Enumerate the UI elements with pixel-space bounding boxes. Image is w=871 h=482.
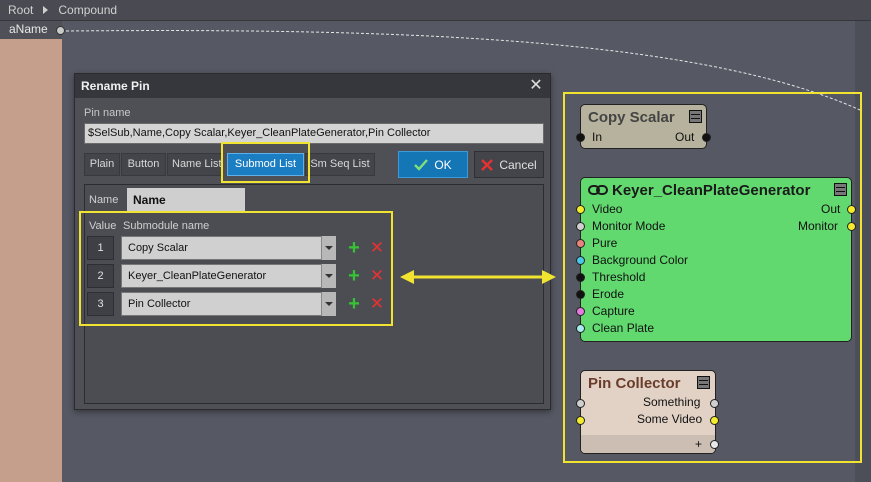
node-pin-collector[interactable]: Pin Collector Something Some Video + [576,370,719,454]
input-pin-threshold[interactable] [576,273,585,282]
add-row-icon[interactable]: + [346,294,362,314]
pin-label-in: In [592,130,603,144]
node-menu-icon[interactable] [834,183,847,196]
checkmark-icon [414,158,429,171]
chevron-down-icon[interactable] [321,264,336,288]
input-pin-capture[interactable] [576,307,585,316]
input-pin-monitor-mode[interactable] [576,222,585,231]
input-pin-video[interactable] [576,205,585,214]
double-arrow-icon [400,270,556,284]
output-pin-some-video[interactable] [710,416,719,425]
delete-row-icon[interactable]: ✕ [369,294,385,314]
node-copy-scalar[interactable]: Copy Scalar In Out [576,104,711,149]
pin-label: Clean Plate [592,321,655,335]
pin-label: Something [643,395,701,409]
pin-label: Monitor Mode [592,219,666,233]
chevron-down-icon[interactable] [321,292,336,316]
tab-sm-seq-list[interactable]: Sm Seq List [305,153,375,176]
input-pin-erode[interactable] [576,290,585,299]
node-menu-icon[interactable] [697,376,710,389]
column-header-value: Value [89,220,117,232]
pin-label: Erode [592,287,625,301]
output-pin-monitor[interactable] [847,222,856,231]
pin-label: Video [592,202,623,216]
output-pin[interactable] [702,133,711,142]
name-field[interactable]: Name [127,188,245,212]
pin-label: Out [821,202,841,216]
name-label: Name [89,194,119,206]
submodule-select[interactable]: Pin Collector [121,292,336,316]
ok-button[interactable]: OK [398,151,468,178]
close-icon[interactable]: ✕ [526,76,546,96]
delete-row-icon[interactable]: ✕ [369,266,385,286]
ok-button-label: OK [434,157,452,172]
row-index: 3 [87,292,114,316]
row-index: 2 [87,264,114,288]
highlight-box-tab [221,142,310,183]
submodule-select[interactable]: Keyer_CleanPlateGenerator [121,264,336,288]
column-header-submodule: Submodule name [123,220,210,232]
output-pin-something[interactable] [710,399,719,408]
pin-label: Threshold [592,270,646,284]
input-pin-background-color[interactable] [576,256,585,265]
rename-pin-dialog: Rename Pin ✕ Pin name $SelSub,Name,Copy … [74,73,551,410]
delete-row-icon[interactable]: ✕ [369,238,385,258]
node-title: Keyer_CleanPlateGenerator [612,182,811,199]
pin-name-field[interactable]: $SelSub,Name,Copy Scalar,Keyer_CleanPlat… [84,123,544,144]
dialog-title: Rename Pin [75,74,550,98]
tab-name-list[interactable]: Name List [167,153,223,176]
node-title: Pin Collector [588,375,681,392]
input-pin[interactable] [576,133,585,142]
add-row-icon[interactable]: + [346,238,362,258]
node-menu-icon[interactable] [689,110,702,123]
submodule-select[interactable]: Copy Scalar [121,236,336,260]
tab-button[interactable]: Button [121,153,166,176]
input-pin[interactable] [576,416,585,425]
chevron-down-icon[interactable] [321,236,336,260]
pin-label: Some Video [637,412,703,426]
add-pin-button[interactable]: + [695,437,702,451]
output-pin-add[interactable] [710,440,719,449]
pin-label: Background Color [592,253,689,267]
cancel-button-label: Cancel [499,157,537,172]
cancel-button[interactable]: Cancel [474,151,544,178]
input-pin-clean-plate[interactable] [576,324,585,333]
add-row-icon[interactable]: + [346,266,362,286]
pin-label: Pure [592,236,618,250]
output-pin-out[interactable] [847,205,856,214]
tab-plain[interactable]: Plain [84,153,120,176]
pin-label-out: Out [675,130,695,144]
node-keyer-cleanplategenerator[interactable]: Keyer_CleanPlateGenerator Video Monitor … [576,177,856,342]
row-index: 1 [87,236,114,260]
input-pin[interactable] [576,399,585,408]
pin-label: Monitor [798,219,839,233]
input-pin-pure[interactable] [576,239,585,248]
link-icon [588,185,608,195]
pin-label: Capture [592,304,635,318]
node-title: Copy Scalar [588,109,675,126]
cancel-x-icon [481,158,494,171]
pin-name-label: Pin name [84,107,131,119]
